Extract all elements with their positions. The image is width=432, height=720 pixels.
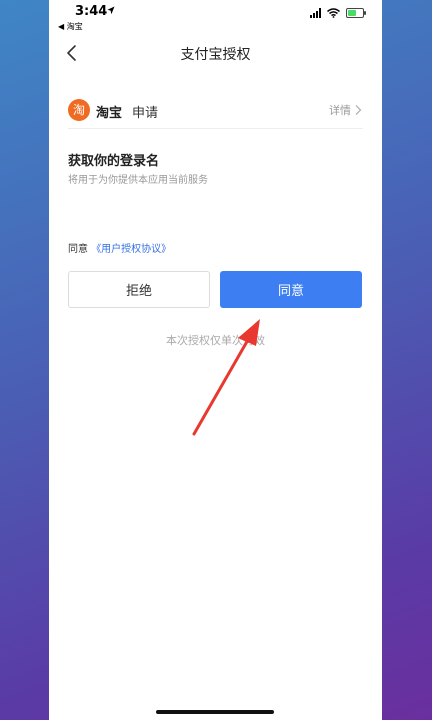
agreement-line: 同意 《用户授权协议》 bbox=[68, 240, 171, 255]
battery-charging-icon bbox=[346, 8, 366, 18]
app-name: 淘宝 bbox=[96, 106, 123, 121]
permission-title: 获取你的登录名 bbox=[68, 154, 160, 169]
battery-level bbox=[348, 10, 357, 16]
permission-description: 将用于为你提供本应用当前服务 bbox=[68, 175, 208, 186]
app-request-row: 淘 淘宝 申请 详情 bbox=[68, 96, 363, 129]
status-bar: 3:44 ◀ 淘宝 bbox=[49, 0, 382, 34]
agree-button[interactable]: 同意 bbox=[220, 271, 362, 308]
reject-button[interactable]: 拒绝 bbox=[68, 271, 210, 308]
status-icons bbox=[310, 8, 366, 18]
user-agreement-link[interactable]: 《用户授权协议》 bbox=[91, 244, 171, 255]
chevron-right-icon bbox=[355, 105, 362, 115]
request-label: 申请 bbox=[132, 106, 159, 121]
back-to-app-link[interactable]: ◀ 淘宝 bbox=[58, 21, 83, 32]
nav-bar: 支付宝授权 bbox=[49, 34, 382, 74]
page-title: 支付宝授权 bbox=[180, 47, 251, 63]
status-time: 3:44 bbox=[75, 4, 108, 19]
phone-screen: 3:44 ◀ 淘宝 支付宝授权 淘 淘宝 申请 详情 获取你的登录名 将用于为你… bbox=[49, 0, 382, 720]
details-label: 详情 bbox=[329, 104, 351, 117]
details-link[interactable]: 详情 bbox=[329, 102, 363, 118]
single-use-note: 本次授权仅单次有效 bbox=[166, 334, 265, 347]
taobao-logo-icon: 淘 bbox=[68, 99, 90, 121]
location-arrow-icon bbox=[107, 6, 115, 15]
home-indicator[interactable] bbox=[156, 710, 274, 714]
cellular-signal-icon bbox=[310, 8, 321, 18]
wifi-icon bbox=[327, 8, 340, 18]
agreement-prefix: 同意 bbox=[68, 244, 88, 255]
